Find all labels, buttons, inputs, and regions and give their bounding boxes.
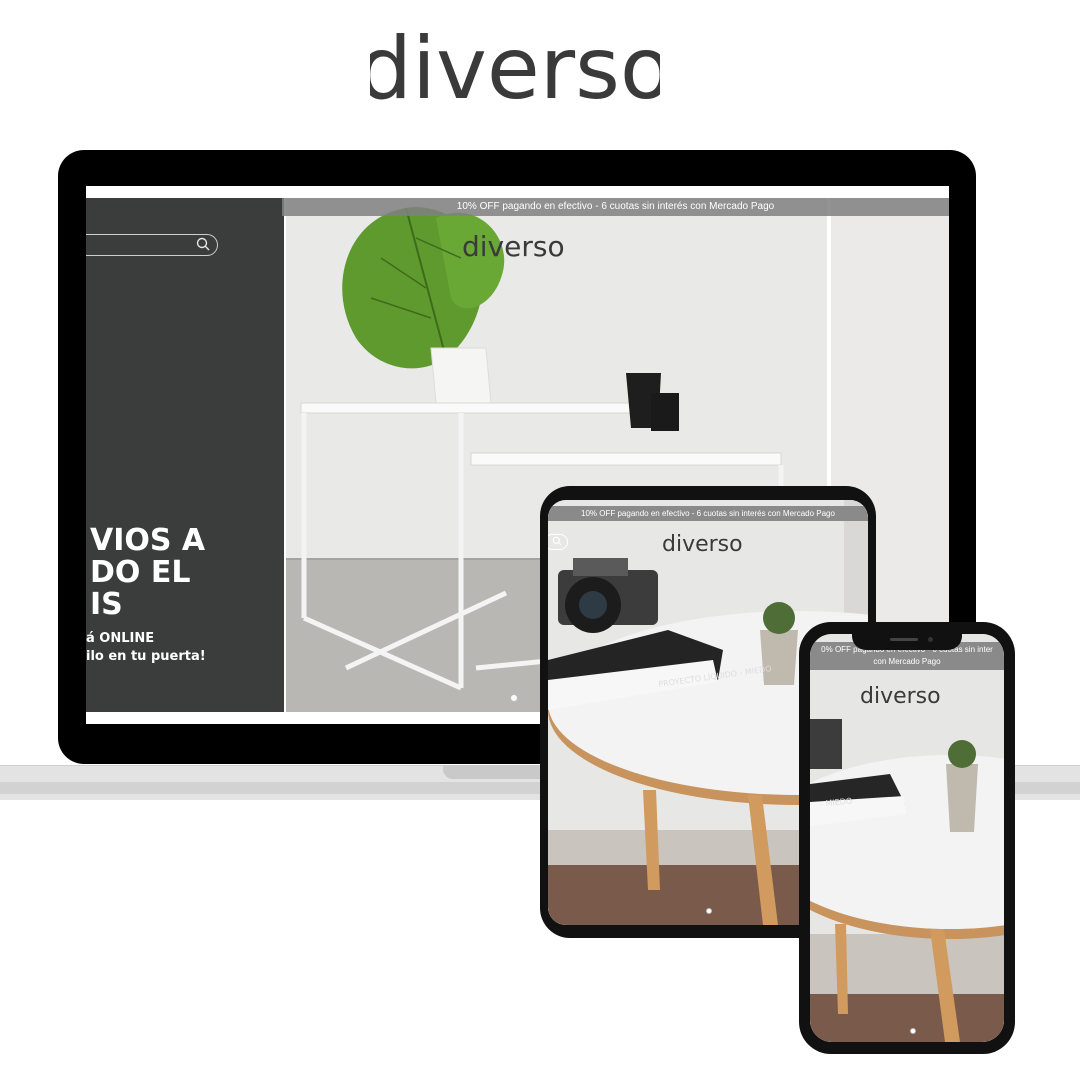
brand-logo: diverso <box>370 18 660 113</box>
promo-bar: 10% OFF pagando en efectivo - 6 cuotas s… <box>282 198 949 216</box>
site-logo[interactable]: diverso <box>860 684 941 709</box>
carousel-dot[interactable] <box>706 908 712 914</box>
hero-heading-line-2: DO EL <box>90 555 191 590</box>
phone-website: - MIEDO 0% OFF pagando en efectivo - 6 c… <box>810 634 1004 1042</box>
site-logo[interactable]: diverso <box>662 532 743 557</box>
brand-logo-text: diverso <box>370 19 660 113</box>
phone-camera <box>928 637 933 642</box>
carousel-dot[interactable] <box>910 1028 916 1034</box>
phone-speaker <box>890 638 918 641</box>
site-logo[interactable]: diverso <box>462 230 565 263</box>
promo-bar: 10% OFF pagando en efectivo - 6 cuotas s… <box>548 506 868 521</box>
carousel-dot[interactable] <box>510 694 518 702</box>
browser-top-strip <box>86 186 949 198</box>
search-icon[interactable] <box>552 536 562 546</box>
hero-subtext-line-1: á ONLINE <box>86 631 155 646</box>
promo-text-line-2: con Mercado Pago <box>873 657 941 666</box>
hero-heading-line-3: IS <box>90 587 123 622</box>
hero-heading-line-1: VIOS A <box>90 523 206 558</box>
phone-notch <box>852 632 962 650</box>
hero-subtext-line-2: ilo en tu puerta! <box>86 649 206 664</box>
search-icon[interactable] <box>196 237 210 251</box>
